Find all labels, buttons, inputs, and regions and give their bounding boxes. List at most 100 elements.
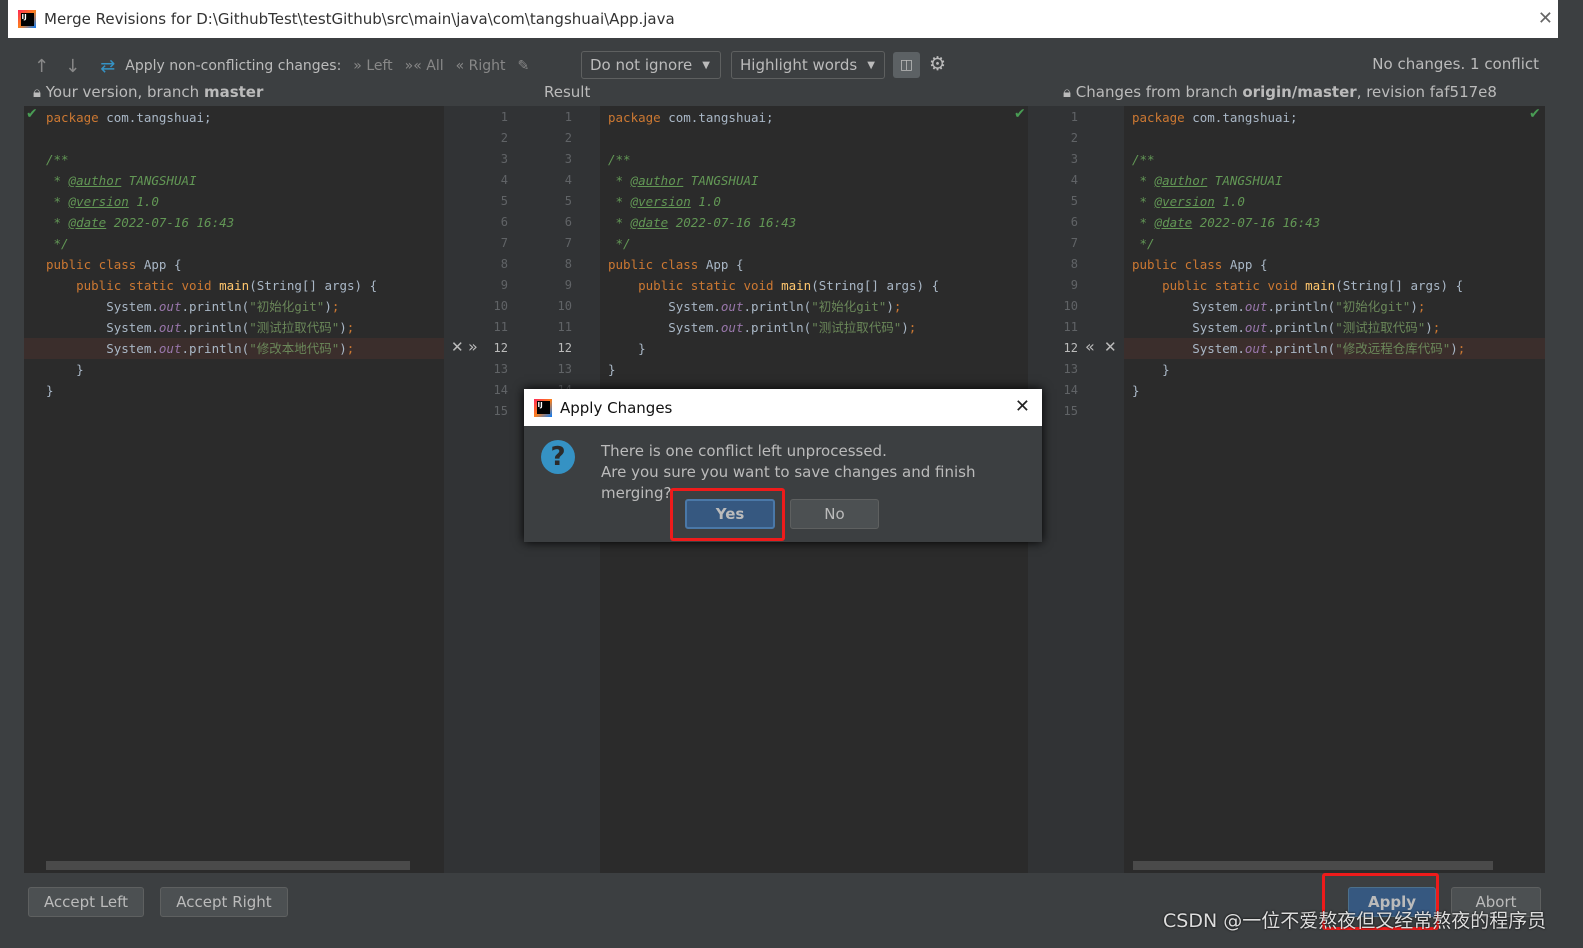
code-token: "测试拉取代码" [249, 320, 340, 335]
prev-change-icon[interactable]: ↑ [34, 56, 49, 77]
code-token: ) [1410, 299, 1418, 314]
line-number: 9 [564, 278, 572, 292]
code-token: 2022-07-16 16:43 [668, 215, 797, 230]
conflict-accept-right-icon[interactable]: « [1085, 337, 1095, 356]
right-editor[interactable]: package com.tangshuai; /** * @author TANG… [1124, 106, 1545, 873]
left-horizontal-scrollbar[interactable] [46, 861, 410, 870]
chevron-down-icon: ▼ [702, 59, 710, 71]
code-token: System. [608, 299, 721, 314]
code-line: */ [1132, 233, 1155, 254]
magic-resolve-icon[interactable]: ✎ [518, 58, 530, 74]
whitespace-value: Do not ignore [590, 56, 693, 74]
line-number: 5 [564, 194, 572, 208]
line-number: 13 [1063, 362, 1078, 376]
result-checkmark-icon: ✔ [1014, 106, 1026, 122]
accept-left-button[interactable]: Accept Left [28, 887, 144, 917]
chevron-down-icon: ▼ [867, 59, 875, 71]
code-token: System. [46, 299, 159, 314]
code-token: (String[] args) { [249, 278, 378, 293]
code-token: App { [1229, 257, 1268, 272]
window-close-icon[interactable]: ✕ [1538, 8, 1553, 29]
highlight-dropdown[interactable]: Highlight words ▼ [731, 51, 885, 79]
left-editor[interactable]: package com.tangshuai; /** * @author TANG… [24, 106, 444, 873]
apply-right-button[interactable]: « Right [456, 58, 506, 74]
line-number: 9 [500, 278, 508, 292]
code-line: } [608, 338, 646, 359]
code-token: @author [1154, 173, 1208, 188]
line-number: 8 [500, 257, 508, 271]
code-token: */ [46, 236, 69, 251]
code-token: 2022-07-16 16:43 [1192, 215, 1321, 230]
code-token: TANGSHUAI [683, 173, 759, 188]
code-line: } [46, 359, 84, 380]
code-line: System.out.println("初始化git"); [1132, 296, 1425, 317]
code-token: 1.0 [690, 194, 721, 209]
code-token: */ [1132, 236, 1155, 251]
line-number: 11 [493, 320, 508, 334]
apply-left-button[interactable]: » Left [353, 58, 392, 74]
left-checkmark-icon: ✔ [26, 106, 38, 122]
code-token: main [219, 278, 250, 293]
left-header: 🔒︎ Your version, branch master [33, 83, 263, 101]
line-number: 4 [1070, 173, 1078, 187]
code-token: .println( [743, 320, 812, 335]
code-token: .println( [743, 299, 812, 314]
code-token: ) [1425, 320, 1433, 335]
code-line: System.out.println("初始化git"); [46, 296, 339, 317]
right-horizontal-scrollbar[interactable] [1133, 861, 1493, 870]
code-token: System. [1132, 341, 1245, 356]
code-token: public class [1132, 257, 1230, 272]
line-number: 3 [500, 152, 508, 166]
gear-icon[interactable]: ⚙ [929, 53, 946, 75]
line-number: 6 [1070, 215, 1078, 229]
line-number: 11 [1063, 320, 1078, 334]
resolve-icon[interactable]: ⇄ [100, 56, 115, 77]
line-number: 7 [564, 236, 572, 250]
code-line: public static void main(String[] args) { [46, 275, 377, 296]
code-token: .println( [181, 341, 250, 356]
dialog-title: Apply Changes [560, 398, 673, 417]
code-line: public static void main(String[] args) { [1132, 275, 1463, 296]
line-number: 10 [1063, 299, 1078, 313]
code-line: * @version 1.0 [1132, 191, 1245, 212]
line-number: 4 [564, 173, 572, 187]
code-token: public static void [1132, 278, 1306, 293]
no-button[interactable]: No [790, 499, 879, 529]
code-token: ; [1417, 299, 1426, 314]
code-token: .println( [1267, 341, 1336, 356]
code-token: out [720, 299, 744, 314]
apply-all-button[interactable]: »« All [405, 58, 444, 74]
vertical-scrollbar[interactable] [1545, 106, 1558, 873]
code-token: * [46, 194, 69, 209]
code-line: public static void main(String[] args) { [608, 275, 939, 296]
code-token: out [1244, 341, 1268, 356]
next-change-icon[interactable]: ↓ [65, 56, 80, 77]
apply-non-conflicting-label: Apply non-conflicting changes: [125, 58, 342, 74]
code-line: * @version 1.0 [46, 191, 159, 212]
conflict-ignore-right-icon[interactable]: ✕ [1104, 338, 1117, 356]
conflict-ignore-left-icon[interactable]: ✕ [451, 338, 464, 356]
code-line: /** [608, 149, 631, 170]
dialog-title-bar: IJ Apply Changes ✕ [524, 389, 1042, 426]
lock-icon: 🔒︎ [33, 83, 41, 101]
code-token: @version [68, 194, 129, 209]
code-token: ) [886, 299, 894, 314]
dialog-close-icon[interactable]: ✕ [1015, 396, 1030, 417]
code-token: @date [1154, 215, 1193, 230]
code-token: ; [331, 299, 340, 314]
conflict-accept-left-icon[interactable]: » [468, 337, 478, 356]
line-number: 2 [500, 131, 508, 145]
code-line: System.out.println("修改远程仓库代码"); [1132, 338, 1465, 359]
code-token: com.tangshuai; [106, 110, 212, 125]
line-number: 14 [493, 383, 508, 397]
code-line: public class App { [608, 254, 743, 275]
line-number: 5 [1070, 194, 1078, 208]
whitespace-dropdown[interactable]: Do not ignore ▼ [581, 51, 721, 79]
code-token: "初始化git" [249, 299, 325, 314]
highlight-value: Highlight words [740, 56, 858, 74]
dialog-message-line1: There is one conflict left unprocessed. [601, 442, 887, 460]
code-token: public class [608, 257, 706, 272]
code-token: /** [608, 152, 631, 167]
sync-scroll-toggle-icon[interactable]: ◫ [893, 52, 920, 78]
accept-right-button[interactable]: Accept Right [160, 887, 288, 917]
